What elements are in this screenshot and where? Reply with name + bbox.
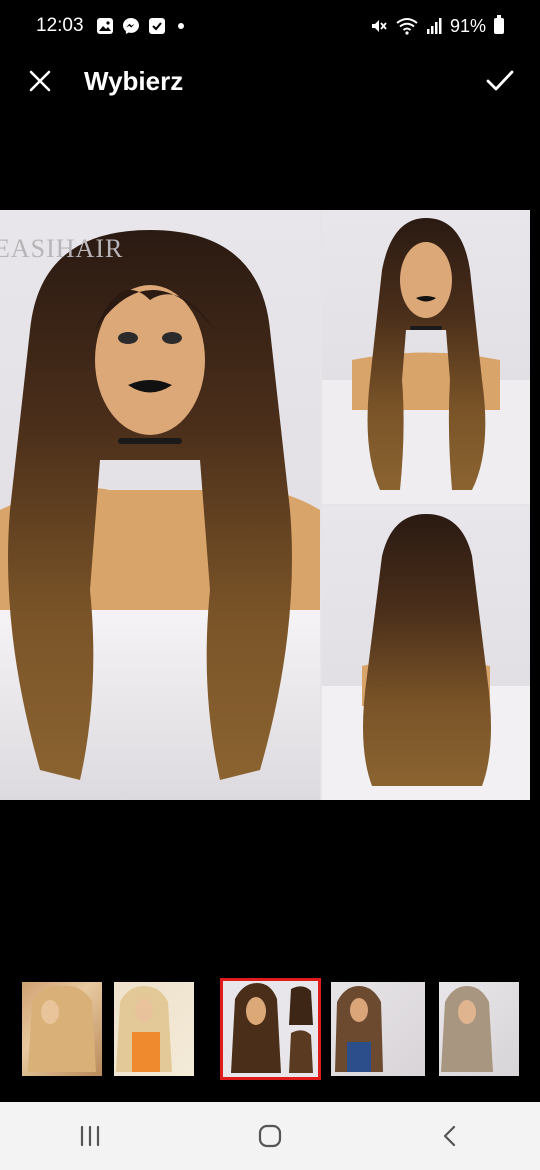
thumbnail-strip <box>0 978 540 1080</box>
battery-percent: 91% <box>449 15 486 36</box>
home-button[interactable] <box>230 1106 310 1166</box>
status-bar: 12:03 91% <box>0 0 540 52</box>
thumbnail-5[interactable] <box>439 982 519 1076</box>
selected-image-preview[interactable]: EASIHAIR <box>0 210 530 800</box>
check-square-icon <box>148 18 165 34</box>
back-button[interactable] <box>410 1106 490 1166</box>
page-title: Wybierz <box>84 65 184 96</box>
back-icon <box>443 1125 456 1147</box>
wig-front-photo: EASIHAIR <box>0 210 320 800</box>
wig-back-photo <box>322 506 530 800</box>
recent-apps-icon <box>80 1125 100 1147</box>
confirm-button[interactable] <box>472 53 528 109</box>
brand-watermark: EASIHAIR <box>0 234 124 263</box>
thumbnail-1[interactable] <box>22 982 102 1076</box>
home-icon <box>258 1124 282 1148</box>
thumbnail-4[interactable] <box>331 982 425 1076</box>
wig-back-illustration <box>322 514 530 800</box>
signal-icon <box>426 18 442 34</box>
app-bar: Wybierz <box>0 52 540 110</box>
close-button[interactable] <box>12 53 68 109</box>
battery-icon <box>494 15 504 34</box>
system-nav-bar <box>0 1102 540 1170</box>
recent-apps-button[interactable] <box>50 1106 130 1166</box>
thumbnail-5-image <box>441 986 493 1072</box>
mute-icon <box>371 20 387 32</box>
thumbnail-3-image <box>231 983 313 1073</box>
status-time: 12:03 <box>36 15 84 36</box>
thumbnail-2-image <box>116 986 172 1072</box>
messenger-icon <box>122 18 139 34</box>
status-notification-icons <box>96 17 184 35</box>
thumbnail-1-image <box>28 985 96 1072</box>
wig-front-illustration <box>0 230 320 800</box>
gallery-icon <box>96 18 113 34</box>
status-right: 91% <box>370 15 504 37</box>
thumbnail-4-image <box>335 986 383 1072</box>
thumbnail-2[interactable] <box>114 982 194 1076</box>
dot-icon <box>177 23 184 29</box>
check-icon <box>486 70 514 91</box>
close-icon <box>29 70 51 92</box>
thumbnail-3-selected[interactable] <box>220 978 321 1080</box>
wifi-icon <box>396 18 418 35</box>
wig-side-photo <box>322 210 530 504</box>
wig-side-illustration <box>322 218 530 504</box>
